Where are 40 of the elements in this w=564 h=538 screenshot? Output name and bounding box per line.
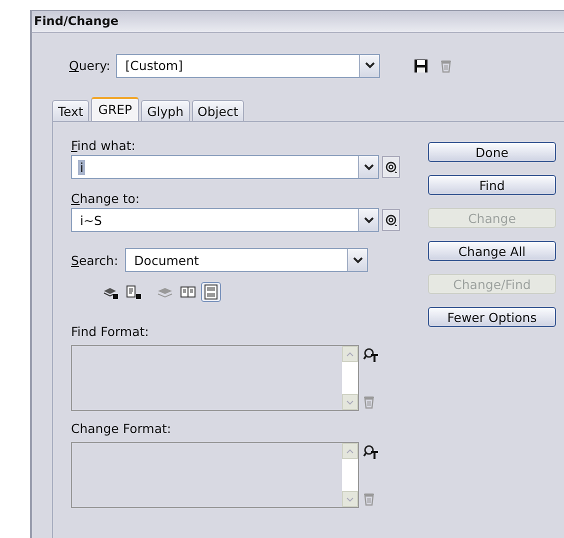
locked-stories-icon [126, 285, 142, 299]
tab[interactable]: GREP [91, 97, 140, 122]
at-sign-icon [385, 214, 397, 226]
find-what-field[interactable]: i [71, 155, 379, 179]
footnotes-icon [204, 284, 218, 300]
change-to-field[interactable]: i~S [71, 208, 379, 232]
chevron-down-icon [364, 216, 374, 224]
query-label: Query: [69, 58, 110, 74]
search-dropdown[interactable]: Document [125, 248, 368, 272]
dropdown-button[interactable] [359, 54, 380, 77]
chevron-down-icon [352, 256, 363, 264]
dialog-button[interactable]: Fewer Options [428, 307, 556, 327]
window-title: Find/Change [32, 11, 564, 33]
search-label: Search: [71, 252, 118, 268]
dialog-button[interactable]: Find [428, 175, 556, 195]
dialog-button[interactable]: Done [428, 142, 556, 162]
format-magnifier-icon[interactable] [363, 444, 379, 460]
dropdown-button[interactable] [347, 249, 368, 271]
locked-layers-icon [103, 285, 119, 299]
chevron-down-icon [364, 62, 375, 70]
format-magnifier-icon[interactable] [363, 347, 379, 363]
tab[interactable]: Object [192, 100, 244, 121]
find-what-label: Find what: [71, 138, 137, 153]
special-characters-button[interactable] [382, 209, 400, 231]
query-dropdown[interactable]: [Custom] [116, 54, 380, 78]
save-icon[interactable] [414, 58, 428, 73]
dialog-button[interactable]: Change All [428, 241, 556, 261]
dropdown-button[interactable] [358, 209, 378, 231]
change-to-label: Change to: [71, 191, 141, 206]
search-option-button[interactable] [201, 282, 221, 302]
find-format-label: Find Format: [71, 324, 150, 339]
tab[interactable]: Text [52, 100, 90, 121]
change-format-label: Change Format: [71, 421, 172, 436]
special-characters-button[interactable] [382, 156, 400, 178]
dropdown-button[interactable] [358, 156, 378, 178]
hidden-layers-icon [157, 285, 173, 299]
book-icon [180, 285, 196, 299]
at-sign-icon [385, 161, 397, 173]
tab[interactable]: Glyph [141, 100, 190, 121]
chevron-down-icon [364, 164, 374, 170]
